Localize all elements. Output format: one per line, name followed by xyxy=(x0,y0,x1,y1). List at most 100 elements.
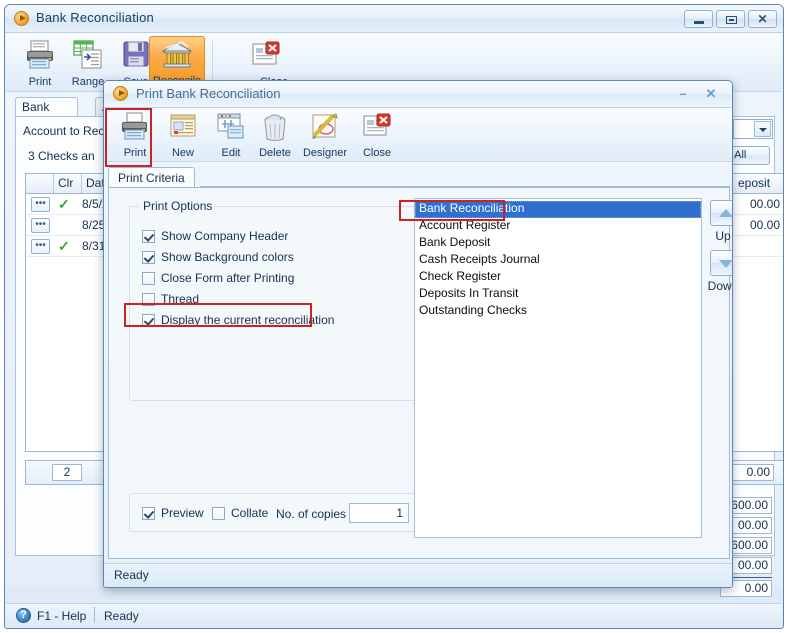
checkbox-icon[interactable] xyxy=(142,507,155,520)
dialog-label-edit: Edit xyxy=(208,147,254,159)
printer-icon xyxy=(119,112,151,142)
dialog-label-new: New xyxy=(160,147,206,159)
play-circle-icon xyxy=(113,86,128,101)
dialog-status-bar: Ready xyxy=(104,563,732,587)
move-down-button[interactable] xyxy=(710,250,733,276)
close-icon: ✕ xyxy=(749,11,776,27)
print-options-title: Print Options xyxy=(139,199,216,213)
edit-document-icon xyxy=(215,112,247,142)
checkbox-label: Display the current reconciliation xyxy=(161,313,334,327)
dialog-minimize-button[interactable]: – xyxy=(674,85,692,103)
row-menu-icon[interactable]: ••• xyxy=(31,197,50,212)
checkbox-icon[interactable] xyxy=(142,293,155,306)
main-title-bar: Bank Reconciliation ✕ xyxy=(5,5,783,33)
grid-header-clr: Clr xyxy=(54,174,82,193)
checkbox-icon[interactable] xyxy=(212,507,225,520)
grid-header-deposit: eposit xyxy=(736,174,784,193)
question-circle-icon[interactable]: ? xyxy=(16,608,31,623)
new-document-icon xyxy=(167,112,199,142)
dialog-button-delete[interactable]: Delete xyxy=(252,110,298,160)
checkbox-icon[interactable] xyxy=(142,230,155,243)
dialog-title-bar: Print Bank Reconciliation – ✕ xyxy=(104,81,732,108)
dialog-button-new[interactable]: New xyxy=(160,110,206,160)
tab-print-criteria[interactable]: Print Criteria xyxy=(108,167,195,188)
report-listbox[interactable]: Bank Reconciliation Account Register Ban… xyxy=(414,198,702,538)
list-item-account-register[interactable]: Account Register xyxy=(415,218,701,235)
list-item-bank-deposit[interactable]: Bank Deposit xyxy=(415,235,701,252)
account-to-reconcile-label: Account to Reco xyxy=(23,124,111,138)
cleared-check-icon: ✓ xyxy=(58,196,70,213)
dialog-label-designer: Designer xyxy=(296,147,354,159)
checkbox-label: Close Form after Printing xyxy=(161,271,294,285)
list-item-cash-receipts-journal[interactable]: Cash Receipts Journal xyxy=(415,252,701,269)
list-item-bank-reconciliation[interactable]: Bank Reconciliation xyxy=(415,201,701,218)
checkbox-label: Collate xyxy=(231,506,268,520)
designer-pencil-icon xyxy=(309,112,341,142)
checkbox-label: Preview xyxy=(161,506,204,520)
list-item-deposits-in-transit[interactable]: Deposits In Transit xyxy=(415,286,701,303)
checkbox-icon[interactable] xyxy=(142,314,155,327)
move-down-label: Down xyxy=(703,279,733,293)
restore-icon xyxy=(726,16,737,24)
floppy-disk-icon xyxy=(119,39,153,71)
row-menu-icon[interactable]: ••• xyxy=(31,239,50,254)
tab-print-criteria-label: Print Criteria xyxy=(118,171,185,185)
print-criteria-page: Print Options Show Company Header Show B… xyxy=(108,187,730,559)
checkbox-label: Thread xyxy=(161,292,199,306)
output-options-groupbox: Preview Collate No. of copies 1 xyxy=(129,493,419,532)
range-grid-icon xyxy=(71,39,105,71)
print-dialog: Print Bank Reconciliation – ✕ xyxy=(103,80,733,588)
status-ready-label: Ready xyxy=(104,609,139,623)
dialog-button-print[interactable]: Print xyxy=(112,110,158,160)
dialog-label-delete: Delete xyxy=(252,147,298,159)
restore-button[interactable] xyxy=(716,10,745,28)
status-help-label: F1 - Help xyxy=(37,609,86,623)
dialog-label-close: Close xyxy=(354,147,400,159)
toolbar-label-print: Print xyxy=(14,76,66,88)
bank-icon xyxy=(160,40,194,72)
trash-bin-icon xyxy=(259,112,291,142)
dialog-tab-strip: Print Criteria xyxy=(108,167,730,188)
arrow-up-icon xyxy=(719,209,733,217)
dialog-button-designer[interactable]: Designer xyxy=(296,110,354,160)
row-count-value: 2 xyxy=(52,464,82,481)
row-menu-icon[interactable]: ••• xyxy=(31,218,50,233)
minimize-button[interactable] xyxy=(684,10,713,28)
printer-icon xyxy=(23,39,57,71)
dialog-toolbar: Print New xyxy=(104,108,732,162)
row-deposit: 00.00 xyxy=(750,197,780,211)
minimize-icon xyxy=(694,21,704,24)
checkbox-icon[interactable] xyxy=(142,251,155,264)
copies-label-text: No. of copies xyxy=(276,507,346,521)
dialog-close-button[interactable]: ✕ xyxy=(702,85,720,103)
arrow-down-icon xyxy=(719,260,733,268)
main-window-title: Bank Reconciliation xyxy=(36,10,154,25)
copies-input[interactable]: 1 xyxy=(349,503,409,523)
print-options-groupbox: Print Options Show Company Header Show B… xyxy=(129,206,419,401)
checks-count-label: 3 Checks an xyxy=(28,149,95,163)
status-divider xyxy=(94,607,95,623)
chevron-down-icon[interactable] xyxy=(754,121,771,137)
close-document-icon xyxy=(361,112,393,142)
list-item-check-register[interactable]: Check Register xyxy=(415,269,701,286)
list-item-outstanding-checks[interactable]: Outstanding Checks xyxy=(415,303,701,320)
close-button[interactable]: ✕ xyxy=(748,10,777,28)
checkbox-label: Show Background colors xyxy=(161,250,294,264)
dialog-button-edit[interactable]: Edit xyxy=(208,110,254,160)
move-up-button[interactable] xyxy=(710,200,733,226)
play-circle-icon xyxy=(14,11,29,26)
close-document-icon xyxy=(249,39,283,71)
tab-bank-accounts[interactable]: Bank Accounts xyxy=(15,97,78,117)
window-controls: ✕ xyxy=(684,10,777,28)
dialog-button-close[interactable]: Close xyxy=(354,110,400,160)
checkbox-icon[interactable] xyxy=(142,272,155,285)
checkbox-label: Show Company Header xyxy=(161,229,288,243)
move-up-label: Up xyxy=(703,229,733,243)
dialog-title: Print Bank Reconciliation xyxy=(136,86,281,101)
cleared-check-icon: ✓ xyxy=(58,238,70,255)
dialog-label-print: Print xyxy=(112,147,158,159)
account-combobox[interactable] xyxy=(733,119,773,139)
grid-header-blank xyxy=(26,174,54,193)
dialog-status-text: Ready xyxy=(114,568,149,582)
toolbar-button-print[interactable]: Print xyxy=(14,36,66,90)
